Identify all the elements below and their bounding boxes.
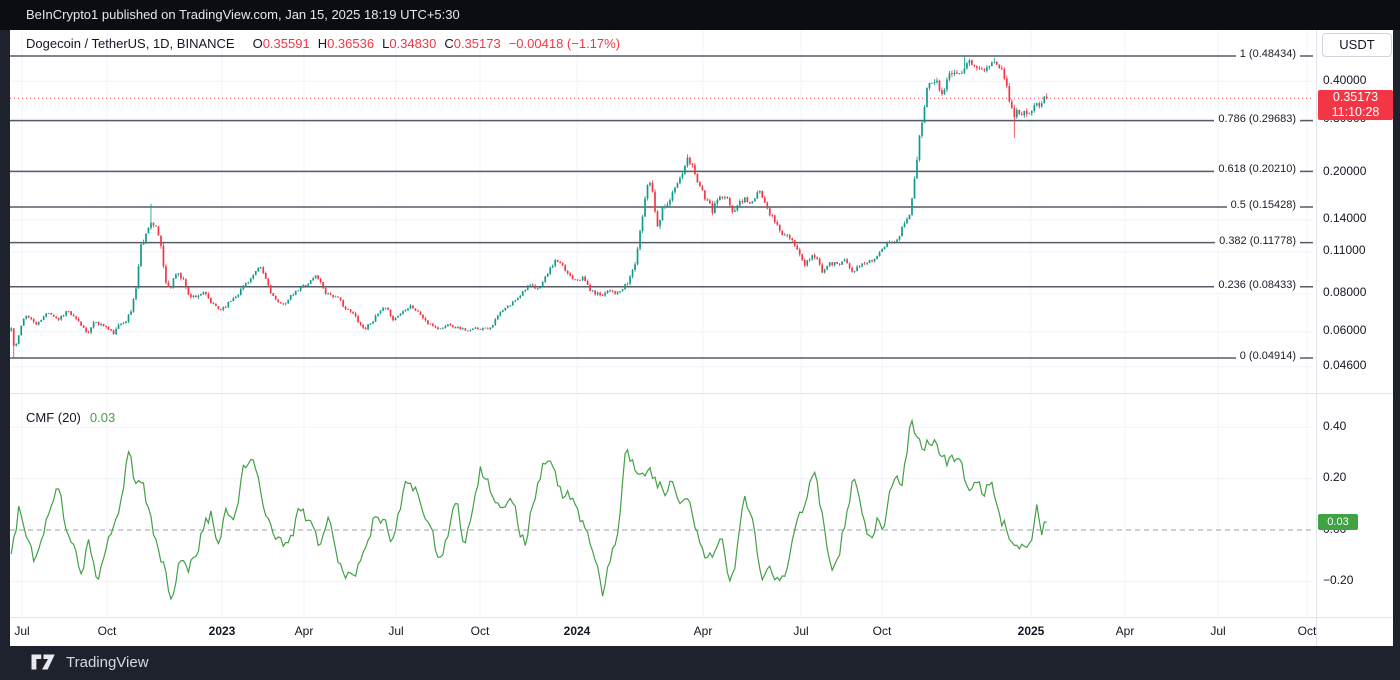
footer-bar: TradingView [30,652,149,672]
time-axis-label: Oct [1285,624,1329,638]
price-axis-label: 0.20000 [1323,164,1366,178]
ohlc-value: 0.36536 [327,36,374,51]
ohlc-key: C [444,36,453,51]
fib-level-label: 1 (0.48434) [1236,48,1300,60]
ohlc-value: 0.34830 [389,36,436,51]
time-axis-label: Apr [282,624,326,638]
ohlc-key: O [253,36,263,51]
time-axis-label: Apr [681,624,725,638]
price-axis-label: 0.06000 [1323,323,1366,337]
cmf-axis-label: 0.20 [1323,470,1346,484]
time-axis-label: Jul [374,624,418,638]
cmf-axis-label: 0.40 [1323,419,1346,433]
fib-level-label: 0.618 (0.20210) [1214,163,1300,175]
symbol-title[interactable]: Dogecoin / TetherUS, 1D, BINANCE [26,36,235,51]
time-axis-label: 2025 [1009,624,1053,638]
cmf-axis-label: −0.20 [1323,573,1353,587]
bar-countdown: 11:10:28 [1318,105,1393,120]
price-axis-label: 0.04600 [1323,358,1366,372]
fib-level-label: 0.5 (0.15428) [1227,199,1300,211]
time-axis-label: Jul [779,624,823,638]
attribution-bar: BeInCrypto1 published on TradingView.com… [0,0,1400,30]
last-price-badge: 0.35173 11:10:28 [1318,90,1393,120]
time-axis-label: Jul [1196,624,1240,638]
fib-level-label: 0.382 (0.11778) [1215,235,1300,247]
attribution-text: BeInCrypto1 published on TradingView.com… [26,7,460,22]
footer-brand[interactable]: TradingView [66,654,149,671]
time-axis-label: Oct [85,624,129,638]
cmf-title[interactable]: CMF (20) [26,410,81,425]
fib-level-label: 0.786 (0.29683) [1214,113,1300,125]
price-axis-label: 0.40000 [1323,73,1366,87]
fib-level-label: 0 (0.04914) [1236,350,1300,362]
price-axis-label: 0.14000 [1323,211,1366,225]
cmf-value-badge: 0.03 [1318,514,1358,530]
ohlc-value: 0.35591 [263,36,310,51]
time-axis-label: 2024 [555,624,599,638]
cmf-indicator-legend: CMF (20) 0.03 [26,410,115,425]
symbol-legend: Dogecoin / TetherUS, 1D, BINANCE O0.35591… [26,36,620,51]
chart-card: Dogecoin / TetherUS, 1D, BINANCE O0.35591… [10,30,1393,646]
currency-toggle-button[interactable]: USDT [1322,33,1392,57]
price-axis-label: 0.08000 [1323,285,1366,299]
fib-level-label: 0.236 (0.08433) [1214,279,1300,291]
last-price: 0.35173 [1318,90,1393,105]
ohlc-values: O0.35591H0.36536L0.34830C0.35173 [245,36,501,51]
ohlc-value: 0.35173 [454,36,501,51]
ohlc-key: H [318,36,327,51]
time-axis-label: Oct [458,624,502,638]
time-axis-label: Apr [1103,624,1147,638]
change-value: −0.00418 (−1.17%) [509,36,620,51]
chart-canvas[interactable] [10,30,1400,646]
time-axis-label: Jul [0,624,44,638]
tradingview-logo-icon[interactable] [30,652,57,672]
time-axis-label: Oct [860,624,904,638]
price-axis-label: 0.11000 [1323,243,1366,257]
time-axis-label: 2023 [200,624,244,638]
cmf-value: 0.03 [90,410,115,425]
